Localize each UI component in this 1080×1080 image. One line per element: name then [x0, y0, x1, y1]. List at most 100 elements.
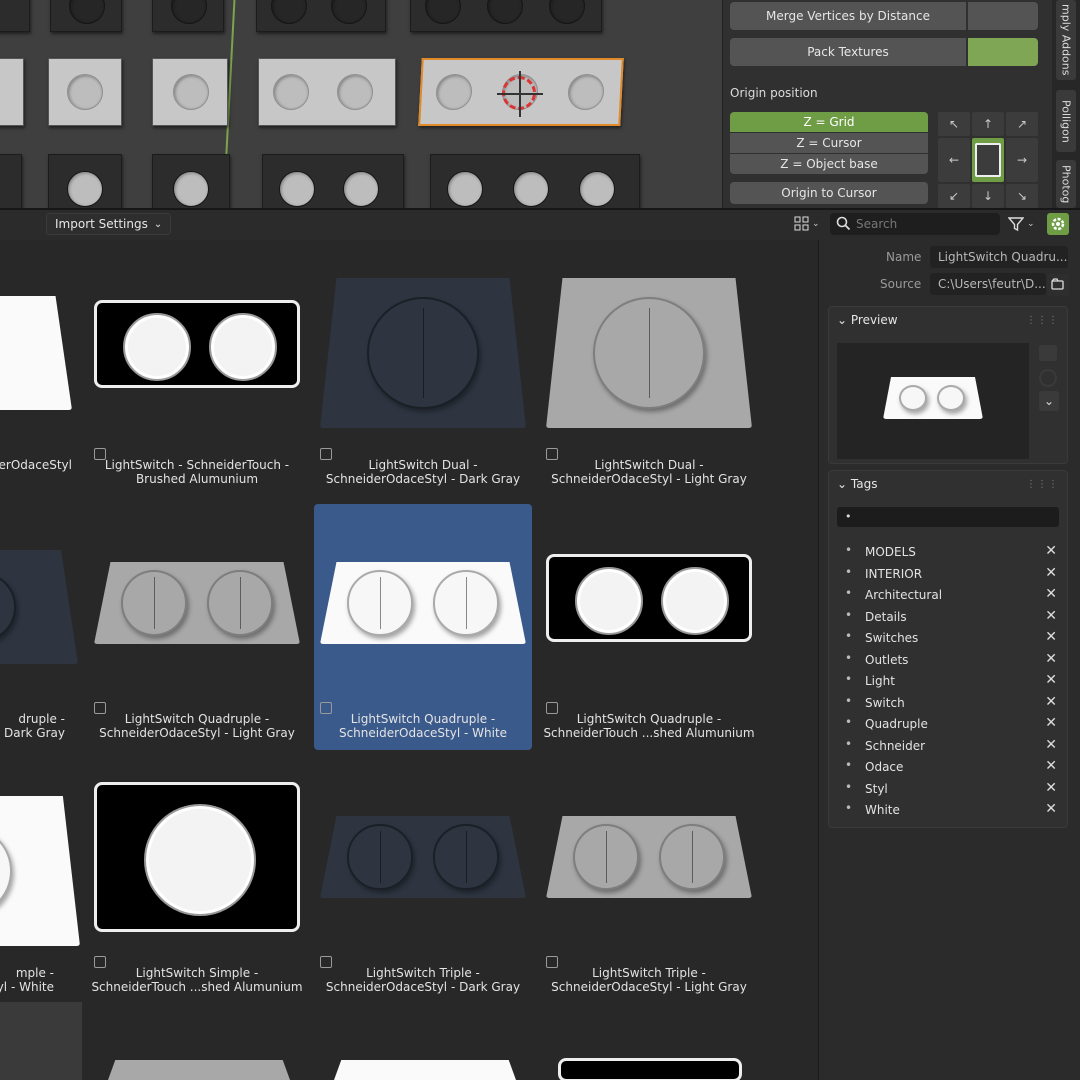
- remove-tag-icon[interactable]: ✕: [1045, 737, 1057, 753]
- merge-vertices-toggle[interactable]: [968, 2, 1038, 30]
- tag-item[interactable]: • Odace ✕: [829, 758, 1067, 779]
- tag-item[interactable]: • Schneider ✕: [829, 737, 1067, 758]
- preview-header[interactable]: ⌄ Preview: [837, 313, 898, 327]
- asset-card-partial[interactable]: druple - - Dark Gray: [0, 504, 78, 750]
- tag-item[interactable]: • Details ✕: [829, 608, 1067, 629]
- remove-tag-icon[interactable]: ✕: [1045, 565, 1057, 581]
- viewport-object[interactable]: [48, 154, 122, 208]
- asset-caption: LightSwitch Triple - SchneiderOdaceStyl …: [325, 966, 521, 994]
- viewport-object[interactable]: [258, 58, 396, 126]
- tag-item[interactable]: • Outlets ✕: [829, 651, 1067, 672]
- arrow-down-left-icon[interactable]: ↙: [938, 184, 970, 208]
- folder-icon[interactable]: [1039, 345, 1057, 361]
- origin-center-button[interactable]: [972, 138, 1004, 182]
- pack-textures-toggle[interactable]: [968, 38, 1038, 66]
- remove-tag-icon[interactable]: ✕: [1045, 543, 1057, 559]
- viewport-object[interactable]: [410, 0, 602, 32]
- viewport-object[interactable]: [0, 154, 22, 208]
- asset-thumb-partial[interactable]: [558, 1058, 742, 1080]
- remove-tag-icon[interactable]: ✕: [1045, 586, 1057, 602]
- tab-photog[interactable]: Photog: [1056, 160, 1076, 208]
- viewport-object[interactable]: [152, 0, 224, 32]
- tab-polligon[interactable]: Polligon: [1056, 90, 1076, 152]
- asset-card[interactable]: LightSwitch - SchneiderTouch - Brushed A…: [88, 250, 306, 496]
- viewport-object[interactable]: [430, 154, 640, 208]
- tag-item[interactable]: • Styl ✕: [829, 780, 1067, 801]
- tag-input[interactable]: •: [837, 507, 1059, 527]
- remove-tag-icon[interactable]: ✕: [1045, 715, 1057, 731]
- arrow-up-left-icon[interactable]: ↖: [938, 112, 970, 136]
- tags-header[interactable]: ⌄ Tags: [837, 477, 877, 491]
- arrow-left-icon[interactable]: ←: [938, 138, 970, 182]
- remove-tag-icon[interactable]: ✕: [1045, 694, 1057, 710]
- tab-addons[interactable]: mply Addons: [1056, 0, 1076, 80]
- viewport-object[interactable]: [152, 58, 228, 126]
- asset-card[interactable]: LightSwitch Quadruple - SchneiderTouch .…: [540, 504, 758, 750]
- drag-handle-icon[interactable]: ⋮⋮⋮: [1026, 315, 1059, 326]
- search-input[interactable]: Search: [830, 213, 1000, 235]
- z-cursor-option[interactable]: Z = Cursor: [730, 133, 928, 153]
- asset-card-partial[interactable]: [0, 1002, 82, 1080]
- tag-item[interactable]: • Architectural ✕: [829, 586, 1067, 607]
- 3d-cursor: [497, 71, 543, 117]
- remove-tag-icon[interactable]: ✕: [1045, 801, 1057, 817]
- display-mode-icon[interactable]: ⌄: [794, 214, 822, 234]
- arrow-down-icon[interactable]: ↓: [972, 184, 1004, 208]
- asset-thumbnail: [320, 522, 526, 682]
- tag-item[interactable]: • Switch ✕: [829, 694, 1067, 715]
- asset-card[interactable]: LightSwitch Dual - SchneiderOdaceStyl - …: [540, 250, 758, 496]
- import-settings-dropdown[interactable]: Import Settings ⌄: [46, 213, 172, 235]
- viewport-object[interactable]: [0, 0, 30, 32]
- arrow-up-icon[interactable]: ↑: [972, 112, 1004, 136]
- arrow-down-right-icon[interactable]: ↘: [1006, 184, 1038, 208]
- tag-item[interactable]: • White ✕: [829, 801, 1067, 822]
- asset-card[interactable]: LightSwitch Simple - SchneiderTouch ...s…: [88, 758, 306, 1004]
- refresh-icon[interactable]: [1039, 369, 1057, 387]
- remove-tag-icon[interactable]: ✕: [1045, 651, 1057, 667]
- viewport-object[interactable]: [0, 58, 24, 126]
- arrow-up-right-icon[interactable]: ↗: [1006, 112, 1038, 136]
- tag-item[interactable]: • INTERIOR ✕: [829, 565, 1067, 586]
- origin-to-cursor-button[interactable]: Origin to Cursor: [730, 182, 928, 204]
- source-field[interactable]: C:\Users\feutr\D...: [930, 273, 1046, 295]
- asset-card-partial[interactable]: erOdaceStyl: [0, 250, 78, 496]
- z-grid-option[interactable]: Z = Grid: [730, 112, 928, 132]
- asset-thumb-partial[interactable]: [334, 1060, 516, 1080]
- tag-item[interactable]: • Quadruple ✕: [829, 715, 1067, 736]
- tag-item[interactable]: • MODELS ✕: [829, 543, 1067, 564]
- asset-card[interactable]: LightSwitch Triple - SchneiderOdaceStyl …: [540, 758, 758, 1004]
- 3d-viewport[interactable]: [0, 0, 722, 208]
- remove-tag-icon[interactable]: ✕: [1045, 780, 1057, 796]
- asset-grid[interactable]: erOdaceStyl druple - - Dark Gray mple - …: [0, 240, 818, 1080]
- remove-tag-icon[interactable]: ✕: [1045, 672, 1057, 688]
- asset-card[interactable]: LightSwitch Dual - SchneiderOdaceStyl - …: [314, 250, 532, 496]
- viewport-object[interactable]: [256, 0, 386, 32]
- chevron-down-icon[interactable]: ⌄: [1039, 391, 1059, 411]
- viewport-object[interactable]: [48, 58, 122, 126]
- open-file-icon[interactable]: [1047, 274, 1069, 296]
- viewport-object[interactable]: [152, 154, 230, 208]
- tag-item[interactable]: • Light ✕: [829, 672, 1067, 693]
- drag-handle-icon[interactable]: ⋮⋮⋮: [1026, 479, 1059, 490]
- arrow-right-icon[interactable]: →: [1006, 138, 1038, 182]
- filter-icon[interactable]: ⌄: [1008, 214, 1042, 234]
- remove-tag-icon[interactable]: ✕: [1045, 608, 1057, 624]
- pack-textures-button[interactable]: Pack Textures: [730, 38, 966, 66]
- remove-tag-icon[interactable]: ✕: [1045, 629, 1057, 645]
- merge-vertices-button[interactable]: Merge Vertices by Distance: [730, 2, 966, 30]
- name-field[interactable]: LightSwitch Quadru...: [930, 246, 1068, 268]
- asset-card[interactable]: LightSwitch Triple - SchneiderOdaceStyl …: [314, 758, 532, 1004]
- viewport-object[interactable]: [262, 154, 404, 208]
- settings-gear-icon[interactable]: [1047, 213, 1069, 235]
- remove-tag-icon[interactable]: ✕: [1045, 758, 1057, 774]
- asset-card[interactable]: LightSwitch Quadruple - SchneiderOdaceSt…: [88, 504, 306, 750]
- z-object-base-option[interactable]: Z = Object base: [730, 154, 928, 174]
- asset-thumb-partial[interactable]: [108, 1060, 290, 1080]
- asset-caption: LightSwitch Dual - SchneiderOdaceStyl - …: [551, 458, 747, 486]
- switch-button: [207, 570, 274, 636]
- tags-panel: ⌄ Tags ⋮⋮⋮ • • MODELS ✕ • INTERIOR ✕ • Architec…: [828, 470, 1068, 828]
- tag-item[interactable]: • Switches ✕: [829, 629, 1067, 650]
- asset-card-partial[interactable]: mple - yl - White: [0, 758, 80, 1004]
- asset-card[interactable]: LightSwitch Quadruple - SchneiderOdaceSt…: [314, 504, 532, 750]
- viewport-object[interactable]: [50, 0, 122, 32]
